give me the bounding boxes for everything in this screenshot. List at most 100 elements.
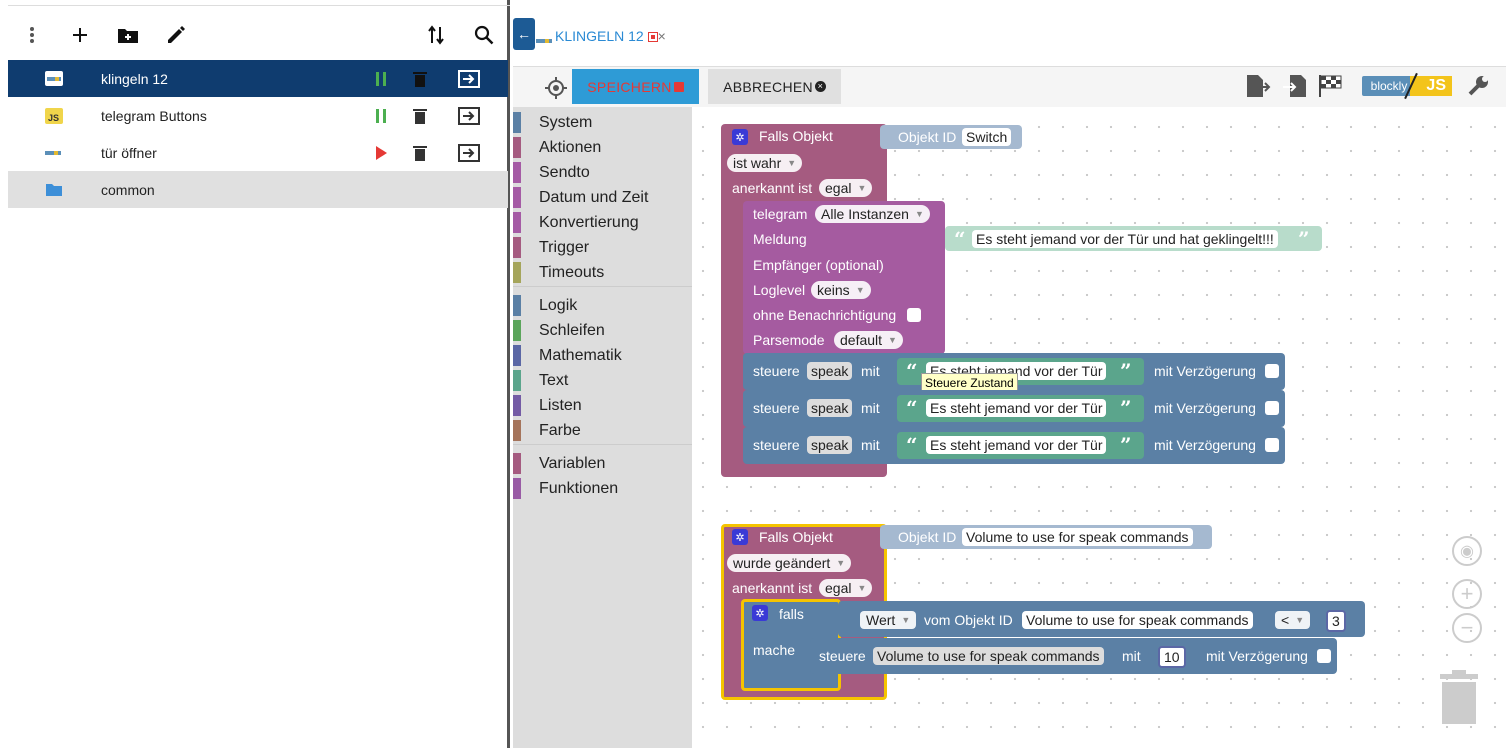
folder-row[interactable]: common xyxy=(8,171,508,208)
toolbox-category[interactable]: Sendto xyxy=(513,160,692,185)
script-name: telegram Buttons xyxy=(101,108,207,124)
operator-dropdown[interactable]: < ▼ xyxy=(1275,611,1311,629)
toolbox-category[interactable]: Timeouts xyxy=(513,260,692,285)
silent-checkbox[interactable] xyxy=(907,308,921,322)
block-label: Falls Objekt xyxy=(759,128,833,144)
number-field[interactable]: 3 xyxy=(1326,610,1346,632)
trash-icon[interactable] xyxy=(1438,670,1480,726)
delete-icon[interactable] xyxy=(411,70,429,88)
object-id-field[interactable]: Volume to use for speak commands xyxy=(962,528,1193,546)
message-field[interactable]: Es steht jemand vor der Tür und hat gekl… xyxy=(972,230,1278,248)
block-label: steuere xyxy=(753,363,800,379)
block-label: Falls Objekt xyxy=(759,529,833,545)
import-icon[interactable] xyxy=(1282,74,1308,98)
toolbox-category[interactable]: Variablen xyxy=(513,451,692,476)
delete-icon[interactable] xyxy=(411,107,429,125)
quote-open-icon: “ xyxy=(906,433,918,457)
convert-blockly-to-js-button[interactable]: blockly JS xyxy=(1358,72,1454,100)
block-label: steuere xyxy=(753,437,800,453)
delete-icon[interactable] xyxy=(411,144,429,162)
state-field[interactable]: Volume to use for speak commands xyxy=(873,647,1104,665)
block-label: mit xyxy=(861,363,880,379)
ack-dropdown[interactable]: egal ▼ xyxy=(819,579,873,597)
export-icon[interactable] xyxy=(1245,74,1271,98)
toolbox-category[interactable]: System xyxy=(513,110,692,135)
toolbox-category[interactable]: Listen xyxy=(513,393,692,418)
edit-icon[interactable] xyxy=(163,22,189,48)
toolbox-category[interactable]: Trigger xyxy=(513,235,692,260)
toolbox-category[interactable]: Text xyxy=(513,368,692,393)
toolbox-category[interactable]: Logik xyxy=(513,293,692,318)
pause-icon[interactable] xyxy=(372,70,390,88)
zoom-in-icon[interactable]: + xyxy=(1452,579,1482,609)
modified-indicator-icon xyxy=(647,32,658,42)
telegram-instance-dropdown[interactable]: Alle Instanzen ▼ xyxy=(815,205,930,223)
object-id-field[interactable]: Volume to use for speak commands xyxy=(1022,611,1253,629)
add-icon[interactable] xyxy=(67,22,93,48)
move-icon[interactable] xyxy=(457,144,481,162)
text-field[interactable]: Es steht jemand vor der Tür xyxy=(926,436,1107,454)
close-tab-icon[interactable]: × xyxy=(658,28,666,44)
toolbox-category[interactable]: Schleifen xyxy=(513,318,692,343)
toolbox-category[interactable]: Farbe xyxy=(513,418,692,443)
quote-close-icon: ” xyxy=(1298,227,1310,251)
number-field[interactable]: 10 xyxy=(1158,646,1186,668)
toolbox-category[interactable]: Funktionen xyxy=(513,476,692,501)
delay-checkbox[interactable] xyxy=(1265,401,1279,415)
blockly-tab-icon xyxy=(536,32,554,43)
move-icon[interactable] xyxy=(457,70,481,88)
cancel-icon: × xyxy=(814,81,826,92)
locate-icon[interactable] xyxy=(544,76,568,100)
value-dropdown[interactable]: Wert ▼ xyxy=(860,611,917,629)
script-toolbar xyxy=(8,10,510,60)
tab-script-name[interactable]: KLINGELN 12 × xyxy=(555,28,666,44)
toolbox-category[interactable]: Datum und Zeit xyxy=(513,185,692,210)
toolbox-category[interactable]: Mathematik xyxy=(513,343,692,368)
block-label: anerkannt ist xyxy=(732,580,813,596)
js-label: JS xyxy=(1410,76,1452,96)
text-field[interactable]: Es steht jemand vor der Tür xyxy=(926,399,1107,417)
search-icon[interactable] xyxy=(471,22,497,48)
condition-dropdown[interactable]: wurde geändert ▼ xyxy=(727,554,852,572)
state-field[interactable]: speak xyxy=(807,436,853,454)
cancel-button[interactable]: ABBRECHEN × xyxy=(708,69,841,104)
center-icon[interactable]: ◉ xyxy=(1452,536,1482,566)
gear-icon[interactable]: ✲ xyxy=(752,605,768,621)
checkered-flag-icon[interactable] xyxy=(1318,74,1344,98)
quote-open-icon: “ xyxy=(954,227,966,251)
delay-checkbox[interactable] xyxy=(1265,364,1279,378)
quote-open-icon: “ xyxy=(906,396,918,420)
script-row[interactable]: klingeln 12 xyxy=(8,60,508,97)
loglevel-dropdown[interactable]: keins ▼ xyxy=(811,281,871,299)
play-icon[interactable] xyxy=(372,144,390,162)
zoom-out-icon[interactable]: − xyxy=(1452,613,1482,643)
parsemode-dropdown[interactable]: default ▼ xyxy=(834,331,903,349)
state-field[interactable]: speak xyxy=(807,399,853,417)
block-label: Loglevel xyxy=(753,282,806,298)
wrench-icon[interactable] xyxy=(1466,74,1490,98)
object-id-field[interactable]: Switch xyxy=(962,128,1012,146)
pause-icon[interactable] xyxy=(372,107,390,125)
delay-checkbox[interactable] xyxy=(1265,438,1279,452)
state-field[interactable]: speak xyxy=(807,362,853,380)
delay-checkbox[interactable] xyxy=(1317,649,1331,663)
toolbox-category[interactable]: Aktionen xyxy=(513,135,692,160)
script-row[interactable]: tür öffner xyxy=(8,134,508,171)
block-label: falls xyxy=(779,606,804,622)
move-icon[interactable] xyxy=(457,107,481,125)
save-button[interactable]: SPEICHERN xyxy=(572,69,699,104)
create-folder-icon[interactable] xyxy=(115,22,141,48)
condition-dropdown[interactable]: ist wahr ▼ xyxy=(727,154,803,172)
sort-icon[interactable] xyxy=(423,22,449,48)
script-row[interactable]: JS telegram Buttons xyxy=(8,97,508,134)
toolbox-category[interactable]: Konvertierung xyxy=(513,210,692,235)
gear-icon[interactable]: ✲ xyxy=(732,129,748,145)
folder-name: common xyxy=(101,182,155,198)
ack-dropdown[interactable]: egal ▼ xyxy=(819,179,873,197)
gear-icon[interactable]: ✲ xyxy=(732,529,748,545)
block-label: vom Objekt ID xyxy=(924,612,1013,628)
back-arrow-icon[interactable]: ← xyxy=(513,18,535,50)
quote-close-icon: ” xyxy=(1120,433,1132,457)
block-label: mit xyxy=(1122,648,1141,664)
more-vert-icon[interactable] xyxy=(19,22,45,48)
